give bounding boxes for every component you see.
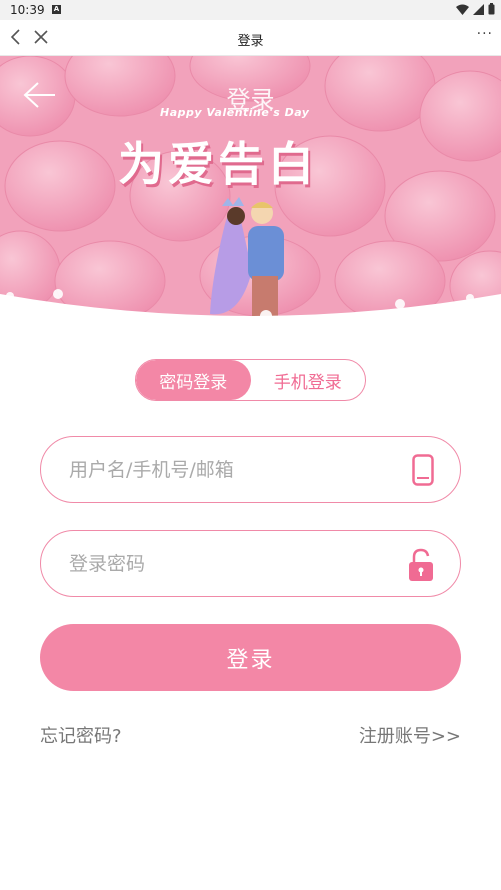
battery-icon — [488, 3, 495, 15]
nav-bar: 登录 ··· — [0, 20, 501, 56]
register-link[interactable]: 注册账号>> — [359, 722, 461, 748]
status-indicators — [456, 3, 495, 15]
password-input[interactable] — [69, 531, 399, 596]
nav-title: 登录 — [237, 34, 264, 49]
username-field — [40, 436, 461, 503]
lock-icon — [409, 548, 433, 581]
phone-icon — [412, 454, 434, 486]
login-type-tabs: 密码登录 手机登录 — [135, 359, 366, 401]
wifi-icon — [456, 4, 469, 15]
status-bar: 10:39 A — [0, 0, 501, 20]
hero-headline: 为爱告白 — [118, 137, 318, 191]
tab-password-login[interactable]: 密码登录 — [136, 360, 251, 400]
login-button[interactable]: 登录 — [40, 624, 461, 691]
hero-subtitle: Happy Valentine's Day — [160, 106, 310, 119]
password-field — [40, 530, 461, 597]
username-input[interactable] — [69, 437, 399, 502]
status-time: 10:39 — [10, 3, 45, 17]
more-icon[interactable]: ··· — [477, 26, 493, 42]
hero-banner: 登录 Happy Valentine's Day 为爱告白 — [0, 56, 501, 328]
notification-badge: A — [52, 5, 61, 14]
tab-phone-login[interactable]: 手机登录 — [251, 360, 366, 400]
forgot-password-link[interactable]: 忘记密码? — [40, 722, 122, 748]
signal-icon — [473, 3, 484, 15]
